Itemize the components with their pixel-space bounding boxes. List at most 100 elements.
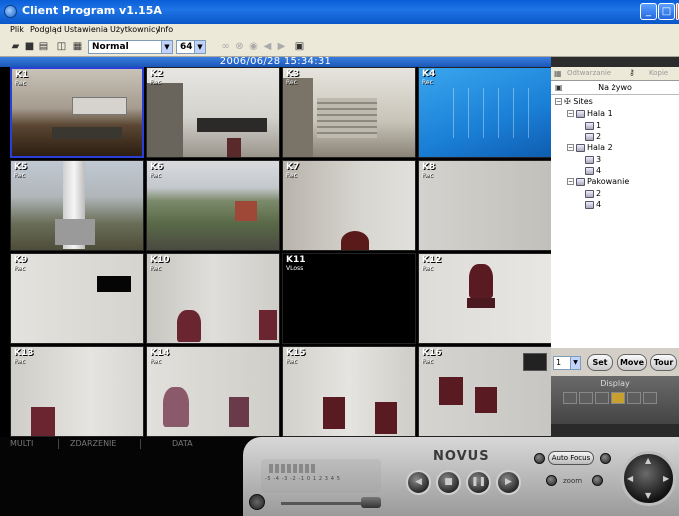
stop-circle-icon[interactable]: ⊗: [234, 41, 245, 53]
camera-tile-k1[interactable]: K1 Rec: [10, 67, 144, 158]
tree-item[interactable]: 1: [585, 121, 601, 130]
layout-9-button[interactable]: [611, 392, 625, 404]
camera-tile-k5[interactable]: K5 Rec: [10, 160, 144, 251]
menu-ustawienia[interactable]: Ustawienia: [64, 25, 108, 34]
camera-id: K3: [286, 69, 300, 79]
jog-knob[interactable]: [249, 494, 265, 510]
auto-focus-button[interactable]: Auto Focus: [548, 451, 594, 465]
scale-bar: [299, 464, 303, 473]
menu-bar: Plik Podgląd Ustawienia Użytkownicy Info: [0, 24, 679, 38]
camera-id: K4: [422, 69, 436, 79]
focus-near-button[interactable]: [534, 453, 545, 464]
camera-tile-k11[interactable]: K11 VLoss: [282, 253, 416, 344]
view-mode-value: Normal: [92, 42, 129, 52]
tree-item[interactable]: 4: [585, 200, 601, 209]
camera-status: Rec: [286, 79, 297, 86]
camera-tile-k15[interactable]: K15 Rec: [282, 346, 416, 437]
column-multi[interactable]: MULTI: [10, 439, 33, 448]
menu-uzytkownicy[interactable]: Użytkownicy: [110, 25, 160, 34]
arrow-up-icon[interactable]: ▲: [645, 456, 651, 465]
camera-tile-k9[interactable]: K9 Rec: [10, 253, 144, 344]
next-icon[interactable]: ▶: [276, 41, 287, 53]
layout-10-button[interactable]: [627, 392, 641, 404]
focus-far-button[interactable]: [600, 453, 611, 464]
menu-info[interactable]: Info: [158, 25, 173, 34]
set-button[interactable]: Set: [587, 354, 613, 371]
layout-6-button[interactable]: [595, 392, 609, 404]
tree-root-label: Sites: [573, 97, 593, 106]
camera-tile-k14[interactable]: K14 Rec: [146, 346, 280, 437]
tree-root[interactable]: − ✠ Sites: [555, 97, 593, 106]
camera-tile-k13[interactable]: K13 Rec: [10, 346, 144, 437]
maximize-button[interactable]: □: [658, 3, 675, 20]
column-data[interactable]: DATA: [172, 439, 193, 448]
camera-tile-k7[interactable]: K7 Rec: [282, 160, 416, 251]
ptz-joystick[interactable]: ▲ ▼ ◀ ▶: [621, 451, 676, 506]
stop-button[interactable]: ■: [436, 470, 461, 495]
record-icon[interactable]: ◉: [248, 41, 259, 53]
channels-select[interactable]: 64 ▼: [176, 40, 206, 54]
zoom-label: zoom: [563, 477, 583, 485]
play-button[interactable]: ▶: [496, 470, 521, 495]
open-folder-icon[interactable]: ▰: [10, 41, 21, 53]
tab-kopie[interactable]: Kopie: [649, 69, 668, 77]
layout-4-button[interactable]: [579, 392, 593, 404]
zoom-out-button[interactable]: [546, 475, 557, 486]
menu-plik[interactable]: Plik: [10, 25, 24, 34]
tree-group-hala-2[interactable]: − Hala 2: [567, 143, 613, 152]
speed-slider-handle[interactable]: [361, 497, 381, 508]
minimize-button[interactable]: _: [640, 3, 657, 20]
camera-tile-k2[interactable]: K2 Rec: [146, 67, 280, 158]
camera-feed: [11, 347, 143, 436]
camera-tile-k8[interactable]: K8 Rec: [418, 160, 552, 251]
camera-tile-k4[interactable]: K4 Rec: [418, 67, 552, 158]
camera-tile-k3[interactable]: K3 Rec: [282, 67, 416, 158]
camera-tile-k6[interactable]: K6 Rec: [146, 160, 280, 251]
camera-tile-k12[interactable]: K12 Rec: [418, 253, 552, 344]
camera-status: Rec: [422, 79, 433, 86]
zoom-in-button[interactable]: [592, 475, 603, 486]
column-zdarzenie[interactable]: ZDARZENIE: [70, 439, 116, 448]
key-icon: ⚷: [629, 68, 635, 77]
rewind-button[interactable]: ◀: [406, 470, 431, 495]
layout-16-button[interactable]: [643, 392, 657, 404]
camera-feed: [147, 68, 279, 157]
camera-tile-k16[interactable]: K16 Rec: [418, 346, 552, 437]
binoculars-icon[interactable]: ∞: [220, 41, 231, 53]
tree-item[interactable]: 2: [585, 132, 601, 141]
tree-group-hala-1[interactable]: − Hala 1: [567, 109, 613, 118]
tree-item[interactable]: 3: [585, 155, 601, 164]
book-icon[interactable]: ◫: [56, 41, 67, 53]
print-icon[interactable]: ▤: [38, 41, 49, 53]
camera-status: Rec: [422, 172, 433, 179]
info-icon[interactable]: ▣: [294, 41, 305, 53]
camera-id: K6: [150, 162, 164, 172]
tab-odtwarzanie[interactable]: Odtwarzanie: [567, 69, 611, 77]
pause-button[interactable]: ❚❚: [466, 470, 491, 495]
camera-status: Rec: [150, 79, 161, 86]
menu-podglad[interactable]: Podgląd: [30, 25, 62, 34]
channels-value: 64: [180, 42, 193, 52]
tour-button[interactable]: Tour: [650, 354, 677, 371]
preset-select[interactable]: 1 ▼: [553, 356, 581, 370]
arrow-down-icon[interactable]: ▼: [645, 491, 651, 500]
grid-icon[interactable]: ▦: [72, 41, 83, 53]
tree-group-pakowanie[interactable]: − Pakowanie: [567, 177, 629, 186]
live-label: Na żywo: [598, 83, 632, 92]
arrow-left-icon[interactable]: ◀: [627, 474, 633, 483]
move-button[interactable]: Move: [617, 354, 647, 371]
camera-tile-k10[interactable]: K10 Rec: [146, 253, 280, 344]
tree-item[interactable]: 2: [585, 189, 601, 198]
prev-icon[interactable]: ◀: [262, 41, 273, 53]
camera-status: Rec: [150, 172, 161, 179]
save-icon[interactable]: ■: [24, 41, 35, 53]
chevron-down-icon: ▼: [570, 357, 580, 369]
camera-feed: [419, 68, 551, 157]
layout-1-button[interactable]: [563, 392, 577, 404]
tree-item[interactable]: 4: [585, 166, 601, 175]
title-bar: Client Program v1.15A _ □: [0, 0, 679, 24]
tree-item-label: 2: [596, 132, 602, 141]
arrow-right-icon[interactable]: ▶: [663, 474, 669, 483]
view-mode-select[interactable]: Normal ▼: [88, 40, 173, 54]
live-tab[interactable]: ▣ Na żywo: [551, 81, 679, 95]
